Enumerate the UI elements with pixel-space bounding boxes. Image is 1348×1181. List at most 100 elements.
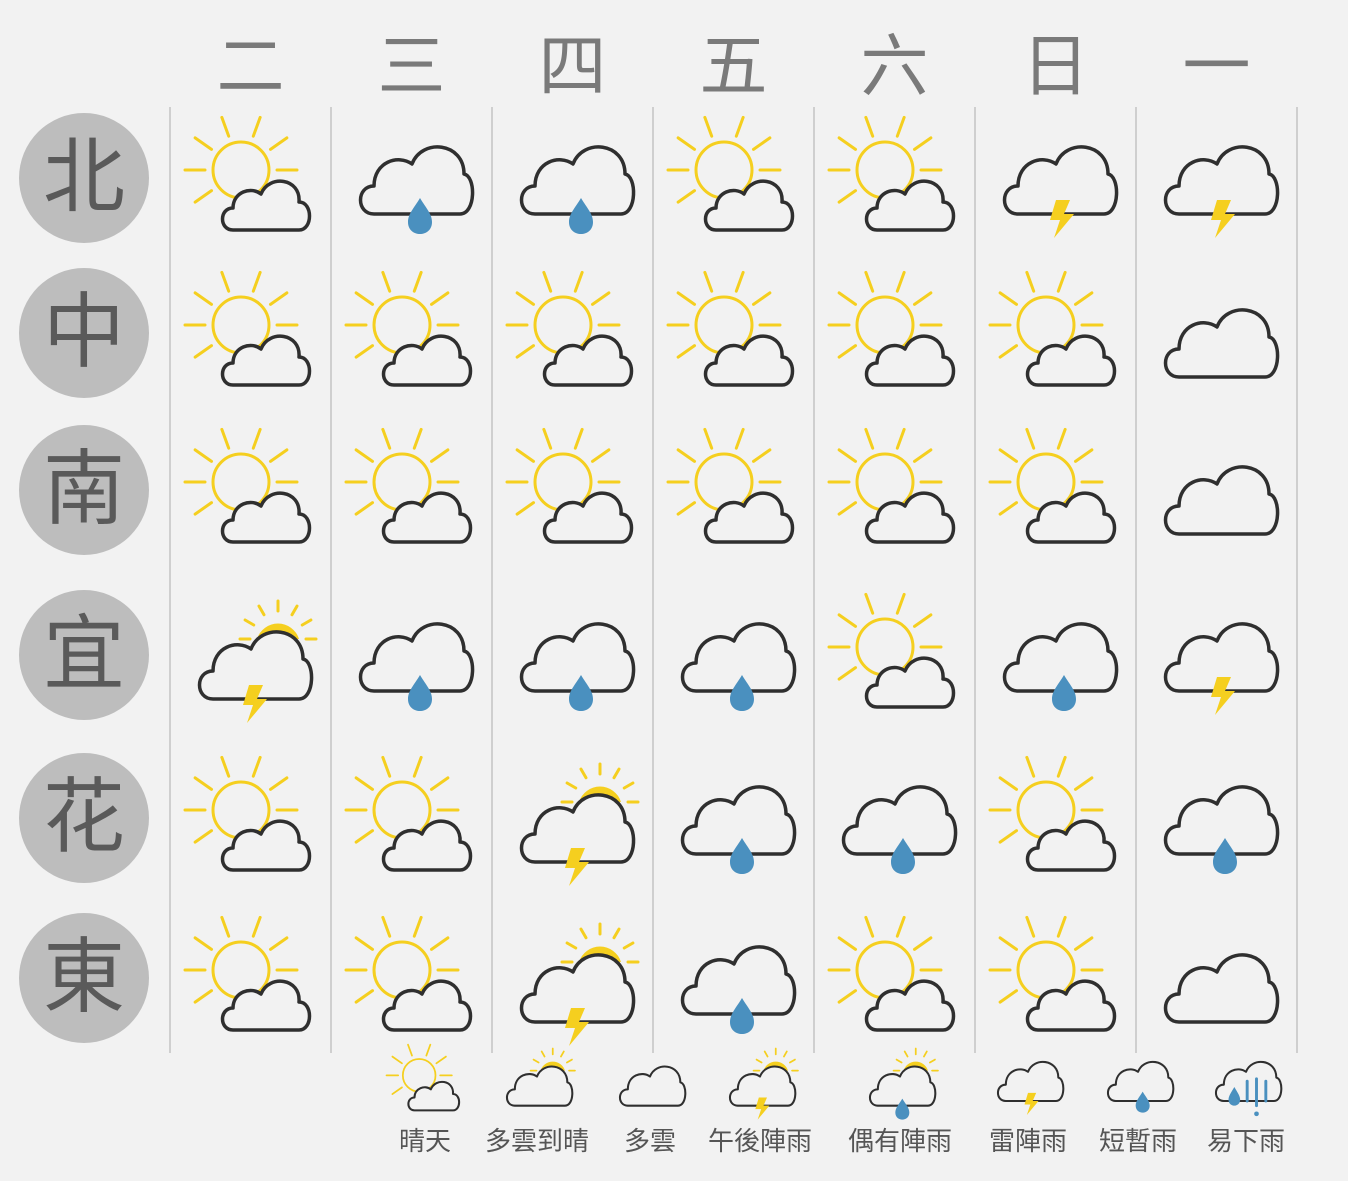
sun-behind-cloud-icon (183, 915, 311, 1032)
forecast-cell (513, 118, 635, 238)
forecast-cell (674, 595, 796, 715)
cloud-icon (618, 1065, 687, 1107)
brief-rain-icon (1106, 1061, 1175, 1113)
day-header: 一 (1182, 28, 1251, 107)
forecast-cell (1157, 430, 1279, 550)
sun-behind-cloud-icon (988, 755, 1116, 872)
sun-behind-cloud-icon (666, 115, 794, 232)
region-badge: 花 (19, 753, 149, 883)
region-badge: 宜 (19, 590, 149, 720)
day-header: 五 (699, 28, 768, 107)
day-header: 二 (216, 28, 285, 107)
forecast-cell (344, 427, 472, 550)
column-divider (652, 107, 654, 1053)
forecast-cell (827, 115, 955, 238)
afternoon-thunder-shower-icon (519, 762, 639, 886)
legend-label: 午後陣雨 (707, 1127, 812, 1157)
legend-item: 偶有陣雨 (840, 1045, 960, 1158)
forecast-cell (183, 755, 311, 878)
forecast-cell (513, 918, 639, 1046)
column-divider (1296, 107, 1298, 1053)
legend-label: 晴天 (398, 1127, 451, 1157)
brief-rain-icon (519, 145, 635, 234)
region-badge: 北 (19, 113, 149, 243)
forecast-cell (1157, 758, 1279, 878)
column-divider (1135, 107, 1137, 1053)
sun-behind-cloud-icon (827, 592, 955, 709)
forecast-cell (344, 270, 472, 393)
column-divider (330, 107, 332, 1053)
day-header: 日 (1021, 28, 1090, 107)
forecast-cell (674, 758, 796, 878)
forecast-cell (505, 427, 633, 550)
forecast-cell (666, 427, 794, 550)
sun-behind-cloud-icon (988, 270, 1116, 387)
legend-label: 短暫雨 (1098, 1127, 1177, 1157)
column-divider (169, 107, 171, 1053)
legend-item: 短暫雨 (1078, 1045, 1198, 1158)
forecast-cell (1157, 118, 1279, 238)
forecast-cell (988, 915, 1116, 1038)
cloud-icon (1163, 953, 1279, 1024)
legend-label: 易下雨 (1206, 1127, 1285, 1157)
forecast-cell (344, 755, 472, 878)
sun-behind-cloud-icon (385, 1043, 461, 1112)
cloud-with-sun-icon (505, 1047, 576, 1107)
forecast-cell (827, 427, 955, 550)
region-badge: 南 (19, 425, 149, 555)
cloud-icon (1163, 308, 1279, 379)
cloud-icon (1163, 465, 1279, 536)
forecast-cell (352, 595, 474, 715)
likely-rain-icon (1214, 1061, 1283, 1117)
thunderstorm-icon (1163, 145, 1279, 238)
occasional-shower-icon (868, 1047, 939, 1120)
brief-rain-icon (358, 622, 474, 711)
legend-item: 雷陣雨 (968, 1045, 1088, 1158)
sun-behind-cloud-icon (827, 427, 955, 544)
day-header: 四 (538, 28, 607, 107)
brief-rain-icon (1163, 785, 1279, 874)
column-divider (813, 107, 815, 1053)
forecast-cell (191, 595, 317, 723)
sun-behind-cloud-icon (988, 915, 1116, 1032)
brief-rain-icon (680, 785, 796, 874)
sun-behind-cloud-icon (827, 270, 955, 387)
brief-rain-icon (841, 785, 957, 874)
forecast-cell (996, 118, 1118, 238)
forecast-cell (344, 915, 472, 1038)
sun-behind-cloud-icon (183, 115, 311, 232)
forecast-cell (1157, 918, 1279, 1038)
forecast-cell (505, 270, 633, 393)
thunderstorm-icon (1002, 145, 1118, 238)
afternoon-thunder-shower-icon (728, 1047, 799, 1120)
sun-behind-cloud-icon (183, 755, 311, 872)
forecast-cell (835, 758, 957, 878)
forecast-cell (988, 755, 1116, 878)
brief-rain-icon (680, 622, 796, 711)
forecast-cell (352, 118, 474, 238)
forecast-cell (988, 270, 1116, 393)
sun-behind-cloud-icon (666, 427, 794, 544)
afternoon-thunder-shower-icon (519, 922, 639, 1046)
forecast-cell (666, 115, 794, 238)
forecast-cell (827, 915, 955, 1038)
legend-label: 雷陣雨 (988, 1127, 1067, 1157)
weather-forecast-grid: 二三四五六日一北中南宜花東 晴天 多雲到晴 多雲 午後陣雨 偶有陣雨 雷陣雨 短… (0, 0, 1348, 1181)
forecast-cell (827, 592, 955, 715)
sun-behind-cloud-icon (344, 427, 472, 544)
forecast-cell (183, 427, 311, 550)
forecast-cell (513, 595, 635, 715)
sun-behind-cloud-icon (344, 270, 472, 387)
legend-label: 偶有陣雨 (847, 1127, 952, 1157)
afternoon-thunder-shower-icon (197, 599, 317, 723)
day-header: 三 (377, 28, 446, 107)
thunderstorm-icon (996, 1061, 1065, 1115)
column-divider (491, 107, 493, 1053)
sun-behind-cloud-icon (827, 115, 955, 232)
legend-label: 多雲到晴 (484, 1127, 589, 1157)
brief-rain-icon (680, 945, 796, 1034)
sun-behind-cloud-icon (827, 915, 955, 1032)
forecast-cell (183, 115, 311, 238)
legend-label: 多雲 (623, 1127, 676, 1157)
brief-rain-icon (358, 145, 474, 234)
